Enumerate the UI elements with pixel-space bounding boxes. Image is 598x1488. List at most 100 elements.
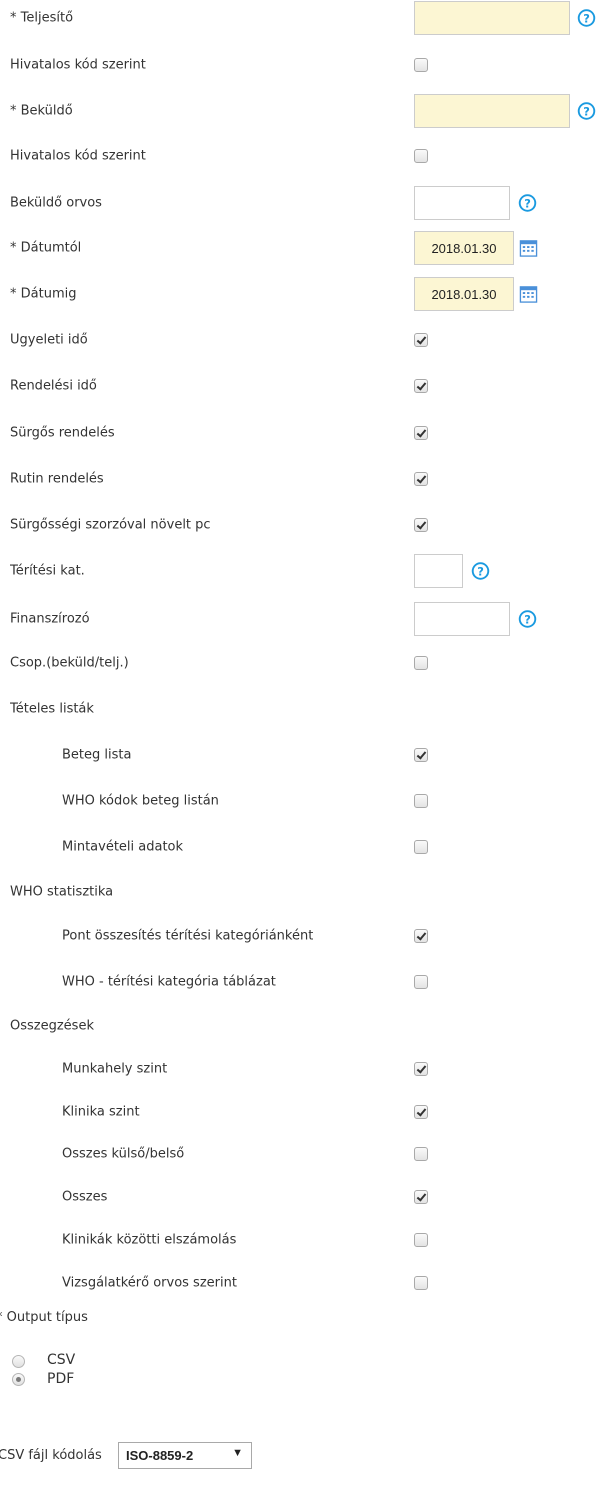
list-item: Pont összesítés térítési kategóriánként [0,921,598,951]
svg-text:?: ? [583,11,590,25]
munkahely-szint-checkbox[interactable] [414,1062,428,1076]
finanszirozo-input[interactable] [414,602,510,636]
munkahely-szint-label: Munkahely szint [62,1061,168,1077]
surgos-rendeles-checkbox[interactable] [414,426,428,440]
who-kodok-checkbox[interactable] [414,794,428,808]
rendelesi-ido-label: Rendelési idő [10,378,97,394]
help-icon[interactable]: ? [471,562,490,581]
csop-checkbox[interactable] [414,656,428,670]
who-teritesi-tablazat-checkbox[interactable] [414,975,428,989]
pdf-radio[interactable] [12,1373,25,1386]
who-teritesi-tablazat-label: WHO - térítési kategória táblázat [62,974,276,990]
list-item: Összes [0,1182,598,1212]
output-tipus-label: * Output típus [0,1310,88,1325]
teljesito-input[interactable] [414,1,570,35]
hivatalos-kod-checkbox[interactable] [414,58,428,72]
section-heading: WHO statisztika [10,884,114,900]
calendar-icon[interactable] [519,239,538,258]
help-icon[interactable]: ? [577,9,596,28]
finanszirozo-row: Finanszírozó ? [0,602,598,636]
csv-encoding-label: CSV fájl kódolás [0,1448,102,1463]
osszes-label: Összes [62,1189,108,1205]
ugyeleti-ido-checkbox[interactable] [414,333,428,347]
help-icon[interactable]: ? [577,102,596,121]
list-item: Vizsgálatkérő orvos szerint [0,1268,598,1298]
list-item: Beteg lista [0,740,598,770]
help-icon[interactable]: ? [518,194,537,213]
datumtol-input[interactable]: 2018.01.30 [414,231,514,265]
section-heading: Összegzések [10,1018,94,1034]
bekuldo-orvos-label: Beküldő orvos [10,195,102,211]
osszes-checkbox[interactable] [414,1190,428,1204]
section-heading: Tételes listák [10,701,94,717]
osszes-kulso-belso-checkbox[interactable] [414,1147,428,1161]
teljesito-label: * Teljesítő [10,10,74,26]
csop-row: Csop.(beküld/telj.) [0,648,598,678]
osszes-kulso-belso-label: Összes külső/belső [62,1146,185,1162]
list-item: Összes külső/belső [0,1139,598,1169]
svg-text:?: ? [583,104,590,118]
surgos-rendeles-label: Sürgős rendelés [10,425,115,441]
help-icon[interactable]: ? [518,610,537,629]
rendelesi-ido-row: Rendelési idő [0,371,598,401]
svg-text:?: ? [477,564,484,578]
list-item: Klinika szint [0,1097,598,1127]
list-item: Klinikák közötti elszámolás [0,1225,598,1255]
teteles-listak-heading-row: Tételes listák [0,694,598,724]
surgossegi-szorzo-label: Sürgősségi szorzóval növelt pc [10,517,211,533]
klinika-szint-checkbox[interactable] [414,1105,428,1119]
finanszirozo-label: Finanszírozó [10,611,90,627]
hivatalos-kod-row-2: Hivatalos kód szerint [0,141,598,171]
hivatalos-kod-row-1: Hivatalos kód szerint [0,50,598,80]
teritesi-kat-label: Térítési kat. [10,563,85,579]
who-kodok-label: WHO kódok beteg listán [62,793,219,809]
rutin-rendeles-label: Rutin rendelés [10,471,104,487]
bekuldo-orvos-input[interactable] [414,186,510,220]
beteg-lista-checkbox[interactable] [414,748,428,762]
rendelesi-ido-checkbox[interactable] [414,379,428,393]
klinika-szint-label: Klinika szint [62,1104,140,1120]
surgossegi-szorzo-checkbox[interactable] [414,518,428,532]
surgos-rendeles-row: Sürgős rendelés [0,418,598,448]
mintaveteli-adatok-checkbox[interactable] [414,840,428,854]
teritesi-kat-row: Térítési kat. ? [0,554,598,588]
csv-encoding-select[interactable]: ISO-8859-2 ▼ [118,1442,252,1469]
ugyeleti-ido-row: Ügyeleti idő [0,325,598,355]
list-item: Mintavételi adatok [0,832,598,862]
pdf-radio-label: PDF [47,1371,75,1387]
datumig-input[interactable]: 2018.01.30 [414,277,514,311]
csv-radio[interactable] [12,1355,25,1368]
svg-text:?: ? [524,196,531,210]
klinikak-elszamolas-checkbox[interactable] [414,1233,428,1247]
chevron-down-icon: ▼ [232,1447,243,1459]
mintaveteli-adatok-label: Mintavételi adatok [62,839,184,855]
hivatalos-kod-checkbox[interactable] [414,149,428,163]
teljesito-row: * Teljesítő ? [0,1,598,35]
bekuldo-label: * Beküldő [10,103,73,119]
csv-encoding-value: ISO-8859-2 [126,1448,194,1463]
who-statisztika-heading-row: WHO statisztika [0,877,598,907]
klinikak-elszamolas-label: Klinikák közötti elszámolás [62,1232,237,1248]
datumtol-label: * Dátumtól [10,240,82,256]
list-item: WHO - térítési kategória táblázat [0,967,598,997]
pont-osszesites-checkbox[interactable] [414,929,428,943]
bekuldo-input[interactable] [414,94,570,128]
svg-text:?: ? [524,612,531,626]
datumig-row: * Dátumig 2018.01.30 [0,277,598,311]
teritesi-kat-input[interactable] [414,554,463,588]
csop-label: Csop.(beküld/telj.) [10,655,129,671]
rutin-rendeles-checkbox[interactable] [414,472,428,486]
vizsgalatkero-orvos-label: Vizsgálatkérő orvos szerint [62,1275,237,1291]
list-item: Munkahely szint [0,1054,598,1084]
vizsgalatkero-orvos-checkbox[interactable] [414,1276,428,1290]
hivatalos-kod-label: Hivatalos kód szerint [10,57,146,73]
hivatalos-kod-label: Hivatalos kód szerint [10,148,146,164]
calendar-icon[interactable] [519,285,538,304]
datumig-label: * Dátumig [10,286,77,302]
list-item: WHO kódok beteg listán [0,786,598,816]
bekuldo-row: * Beküldő ? [0,94,598,128]
bekuldo-orvos-row: Beküldő orvos ? [0,186,598,220]
datumtol-row: * Dátumtól 2018.01.30 [0,231,598,265]
surgossegi-szorzo-row: Sürgősségi szorzóval növelt pc [0,510,598,540]
osszegzesek-heading-row: Összegzések [0,1011,598,1041]
